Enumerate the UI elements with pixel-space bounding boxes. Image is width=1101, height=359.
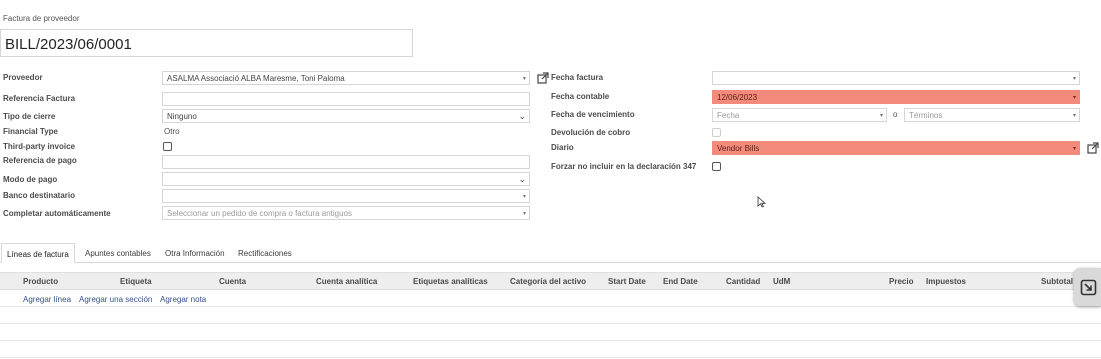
- modo-pago-label: Modo de pago: [3, 175, 58, 184]
- agregar-linea-link[interactable]: Agregar línea: [23, 295, 71, 304]
- financial-type-value: Otro: [164, 127, 180, 136]
- modo-pago-select[interactable]: ⌄: [162, 172, 530, 186]
- fecha-contable-label: Fecha contable: [551, 92, 610, 101]
- col-subtotal[interactable]: Subtotal: [1041, 277, 1073, 286]
- devolucion-checkbox[interactable]: [712, 128, 721, 137]
- tab-apuntes-contables[interactable]: Apuntes contables: [80, 243, 156, 263]
- completar-label: Completar automáticamente: [3, 209, 111, 218]
- fecha-vencimiento-label: Fecha de vencimiento: [551, 110, 635, 119]
- col-precio[interactable]: Precio: [889, 277, 913, 286]
- referencia-pago-label: Referencia de pago: [3, 156, 77, 165]
- form-title-label: Factura de proveedor: [3, 14, 80, 23]
- proveedor-label: Proveedor: [3, 73, 43, 82]
- agregar-nota-link[interactable]: Agregar nota: [160, 295, 206, 304]
- fecha-factura-label: Fecha factura: [551, 73, 604, 82]
- chevron-down-icon: ⌄: [518, 111, 526, 121]
- diario-label: Diario: [551, 143, 574, 152]
- caret-down-icon: ▾: [1072, 95, 1076, 101]
- col-cuenta[interactable]: Cuenta: [219, 277, 246, 286]
- col-cuenta-analitica[interactable]: Cuenta analítica: [316, 277, 377, 286]
- banco-label: Banco destinatario: [3, 191, 76, 200]
- vencimiento-separator: o: [893, 110, 898, 119]
- fecha-contable-input[interactable]: 12/06/2023 ▾: [712, 90, 1080, 104]
- caret-down-icon: ▾: [1072, 113, 1076, 119]
- col-cantidad[interactable]: Cantidad: [726, 277, 760, 286]
- third-party-label: Third-party invoice: [3, 142, 76, 151]
- tab-rectificaciones[interactable]: Rectificaciones: [233, 243, 297, 263]
- col-etiquetas-analiticas[interactable]: Etiquetas analíticas: [413, 277, 488, 286]
- external-link-icon[interactable]: [1087, 142, 1099, 154]
- caret-down-icon: ▾: [1072, 76, 1076, 82]
- completar-select[interactable]: Seleccionar un pedido de compra o factur…: [162, 206, 530, 220]
- caret-down-icon: ▾: [522, 76, 526, 82]
- banco-select[interactable]: ▾: [162, 189, 530, 203]
- table-row: [0, 306, 1101, 307]
- col-producto[interactable]: Producto: [23, 277, 58, 286]
- chevron-down-icon: ⌄: [518, 174, 526, 184]
- caret-down-icon: ▾: [522, 211, 526, 217]
- fecha-factura-input[interactable]: ▾: [712, 71, 1080, 85]
- proveedor-select[interactable]: ASALMA Associació ALBA Maresme, Toni Pal…: [162, 71, 530, 85]
- fecha-vencimiento-date[interactable]: Fecha ▾: [712, 108, 887, 122]
- collapse-window-icon: [1080, 279, 1097, 296]
- forzar-checkbox[interactable]: [712, 162, 721, 171]
- col-start-date[interactable]: Start Date: [608, 277, 646, 286]
- agregar-seccion-link[interactable]: Agregar una sección: [79, 295, 152, 304]
- table-row: [0, 357, 1101, 358]
- col-etiqueta[interactable]: Etiqueta: [120, 277, 152, 286]
- bill-number: BILL/2023/06/0001: [5, 36, 132, 53]
- col-impuestos[interactable]: Impuestos: [926, 277, 966, 286]
- terminos-select[interactable]: Términos ▾: [904, 108, 1080, 122]
- table-row: [0, 323, 1101, 324]
- floating-collapse-button[interactable]: [1074, 268, 1101, 306]
- caret-down-icon: ▾: [522, 194, 526, 200]
- tab-lineas-factura[interactable]: Líneas de factura: [1, 243, 75, 263]
- table-row: [0, 340, 1101, 341]
- col-end-date[interactable]: End Date: [663, 277, 698, 286]
- tab-otra-informacion[interactable]: Otra Información: [160, 243, 230, 263]
- bill-number-field[interactable]: BILL/2023/06/0001: [0, 29, 413, 57]
- referencia-factura-input[interactable]: [162, 92, 530, 106]
- caret-down-icon: ▾: [1072, 146, 1076, 152]
- col-udm[interactable]: UdM: [773, 277, 790, 286]
- third-party-checkbox[interactable]: [163, 142, 172, 151]
- caret-down-icon: ▾: [879, 113, 883, 119]
- mouse-cursor-icon: [757, 196, 766, 208]
- col-categoria-activo[interactable]: Categoría del activo: [510, 277, 586, 286]
- referencia-pago-input[interactable]: [162, 155, 530, 169]
- referencia-factura-label: Referencia Factura: [3, 94, 76, 103]
- diario-select[interactable]: Vendor Bills ▾: [712, 141, 1080, 155]
- forzar-label: Forzar no incluir en la declaración 347: [551, 162, 697, 171]
- devolucion-label: Devolución de cobro: [551, 128, 631, 137]
- tipo-cierre-label: Tipo de cierre: [3, 112, 56, 121]
- external-link-icon[interactable]: [537, 72, 549, 84]
- financial-type-label: Financial Type: [3, 127, 58, 136]
- tipo-cierre-select[interactable]: Ninguno ⌄: [162, 109, 530, 123]
